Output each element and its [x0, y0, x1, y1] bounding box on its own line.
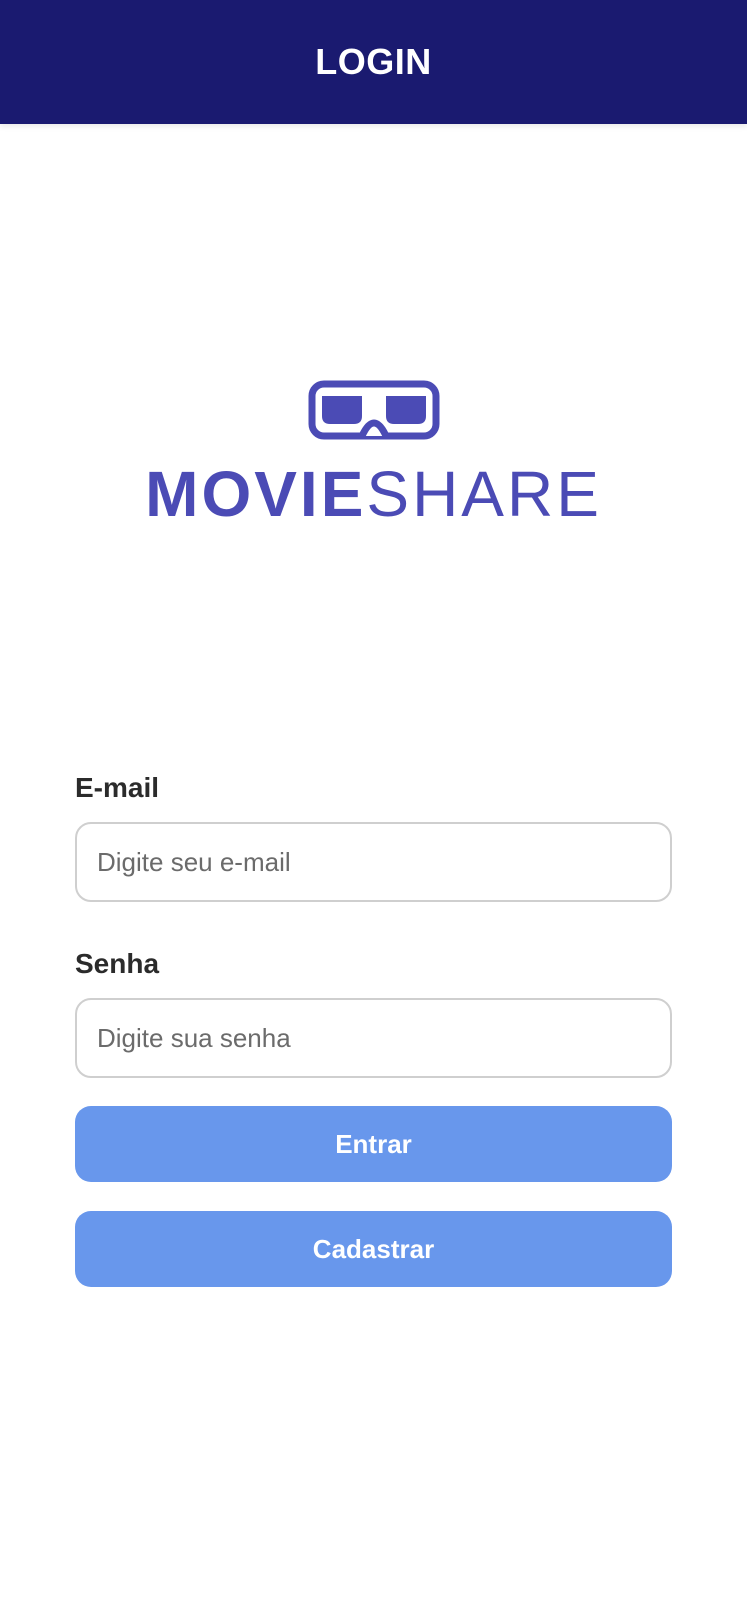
- app-bar: LOGIN: [0, 0, 747, 124]
- logo-text-share: SHARE: [366, 458, 602, 530]
- password-label: Senha: [75, 948, 160, 979]
- email-field[interactable]: [75, 822, 672, 902]
- page-title: LOGIN: [315, 41, 432, 82]
- password-field[interactable]: [75, 998, 672, 1078]
- movieshare-logo: MOVIESHARE: [0, 380, 747, 526]
- register-button[interactable]: Cadastrar: [75, 1211, 672, 1287]
- login-form: E-mail Senha Entrar Cadastrar: [75, 770, 672, 1287]
- logo-text: MOVIESHARE: [145, 462, 602, 526]
- login-button[interactable]: Entrar: [75, 1106, 672, 1182]
- logo-text-movie: MOVIE: [145, 458, 367, 530]
- email-label: E-mail: [75, 772, 160, 803]
- 3d-glasses-icon: [308, 380, 439, 440]
